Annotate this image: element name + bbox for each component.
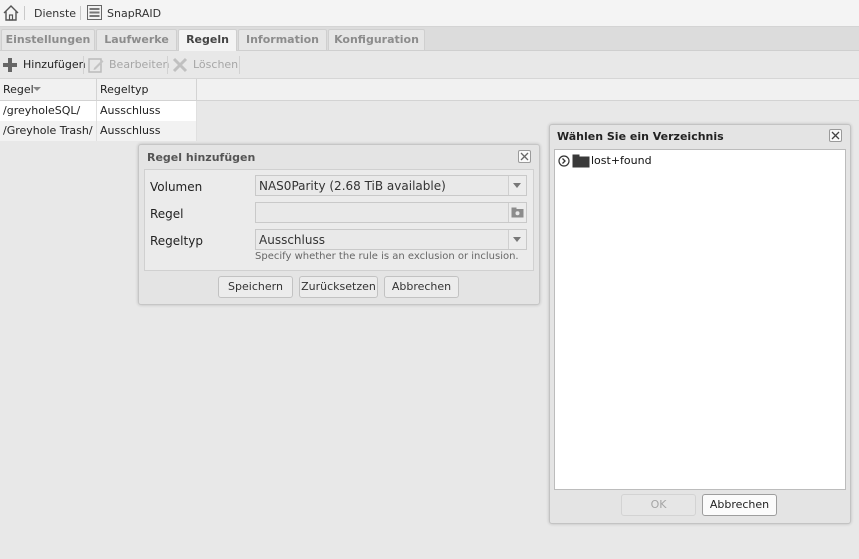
- toolbar-separator: [167, 56, 168, 74]
- table-row[interactable]: /Greyhole Trash/ Ausschluss: [0, 121, 197, 141]
- rule-label: Regel: [150, 207, 184, 221]
- ruletype-select-value: Ausschluss: [259, 233, 325, 247]
- top-breadcrumb-bar: Dienste SnapRAID: [0, 0, 859, 27]
- add-button-label: Hinzufügen: [23, 58, 86, 71]
- table-cell-regel: /greyholeSQL/: [0, 101, 97, 121]
- table-cell-regel: /Greyhole Trash/: [0, 121, 97, 141]
- chevron-down-icon: [513, 183, 521, 188]
- close-icon: [520, 152, 529, 161]
- close-dialog-button[interactable]: [829, 129, 842, 142]
- rule-field[interactable]: [255, 202, 527, 223]
- delete-x-icon: [172, 57, 188, 73]
- cancel-button[interactable]: Abbrechen: [384, 276, 459, 298]
- tab-strip: Einstellungen Laufwerke Regeln Informati…: [0, 27, 859, 51]
- tab-einstellungen[interactable]: Einstellungen: [1, 29, 95, 50]
- tab-regeln[interactable]: Regeln: [178, 29, 237, 51]
- snapraid-icon: [87, 5, 102, 20]
- tab-information[interactable]: Information: [238, 29, 327, 50]
- chevron-down-icon: [513, 237, 521, 242]
- cancel-button[interactable]: Abbrechen: [702, 494, 777, 516]
- edit-button[interactable]: Bearbeiten: [88, 56, 169, 74]
- folder-browse-icon: [511, 207, 524, 218]
- breadcrumb-dienste[interactable]: Dienste: [34, 7, 76, 20]
- breadcrumb-separator: [80, 6, 81, 20]
- tree-node-label: lost+found: [591, 154, 652, 167]
- delete-button[interactable]: Löschen: [172, 56, 239, 74]
- volume-label: Volumen: [150, 180, 203, 194]
- reset-button[interactable]: Zurücksetzen: [299, 276, 378, 298]
- close-icon: [831, 131, 840, 140]
- ruletype-dropdown-trigger[interactable]: [508, 230, 526, 249]
- breadcrumb-separator: [24, 6, 25, 20]
- edit-button-label: Bearbeiten: [109, 58, 170, 71]
- edit-icon: [88, 58, 104, 73]
- tab-laufwerke[interactable]: Laufwerke: [96, 29, 177, 50]
- directory-tree[interactable]: lost+found: [554, 149, 846, 490]
- ok-button[interactable]: OK: [621, 494, 696, 516]
- volume-select[interactable]: NAS0Parity (2.68 TiB available): [255, 175, 527, 196]
- table-cell-regeltyp: Ausschluss: [97, 101, 197, 121]
- ruletype-label: Regeltyp: [150, 234, 203, 248]
- column-header-regeltyp[interactable]: Regeltyp: [97, 79, 197, 100]
- toolbar-separator: [239, 56, 240, 74]
- add-button[interactable]: Hinzufügen: [2, 56, 86, 74]
- sort-desc-icon: [33, 87, 41, 91]
- add-rule-dialog: Regel hinzufügen Volumen NAS0Parity (2.6…: [138, 144, 540, 305]
- table-cell-regeltyp: Ausschluss: [97, 121, 197, 141]
- folder-icon: [572, 154, 590, 168]
- ruletype-hint: Specify whether the rule is an exclusion…: [255, 251, 519, 262]
- delete-button-label: Löschen: [193, 58, 239, 71]
- plus-icon: [3, 58, 17, 72]
- home-icon[interactable]: [2, 4, 20, 22]
- dialog-title: Regel hinzufügen: [147, 151, 256, 164]
- dialog-title: Wählen Sie ein Verzeichnis: [557, 130, 724, 143]
- tab-konfiguration[interactable]: Konfiguration: [328, 29, 425, 50]
- toolbar: Hinzufügen Bearbeiten Löschen: [0, 51, 859, 79]
- volume-dropdown-trigger[interactable]: [508, 176, 526, 195]
- table-row[interactable]: /greyholeSQL/ Ausschluss: [0, 101, 197, 121]
- save-button[interactable]: Speichern: [218, 276, 293, 298]
- toolbar-separator: [83, 56, 84, 74]
- column-header-regel-label: Regel: [3, 83, 34, 96]
- ruletype-select[interactable]: Ausschluss: [255, 229, 527, 250]
- close-dialog-button[interactable]: [518, 150, 531, 163]
- browse-folder-button[interactable]: [508, 203, 526, 222]
- column-header-regel[interactable]: Regel: [0, 79, 97, 100]
- rule-form: Volumen NAS0Parity (2.68 TiB available) …: [144, 169, 534, 271]
- directory-chooser-dialog: Wählen Sie ein Verzeichnis lost+found OK…: [549, 124, 851, 524]
- breadcrumb-snapraid[interactable]: SnapRAID: [107, 7, 161, 20]
- expand-icon[interactable]: [558, 155, 570, 167]
- column-header-regeltyp-label: Regeltyp: [100, 83, 149, 96]
- grid-header: Regel Regeltyp: [0, 79, 859, 101]
- volume-select-value: NAS0Parity (2.68 TiB available): [259, 179, 446, 193]
